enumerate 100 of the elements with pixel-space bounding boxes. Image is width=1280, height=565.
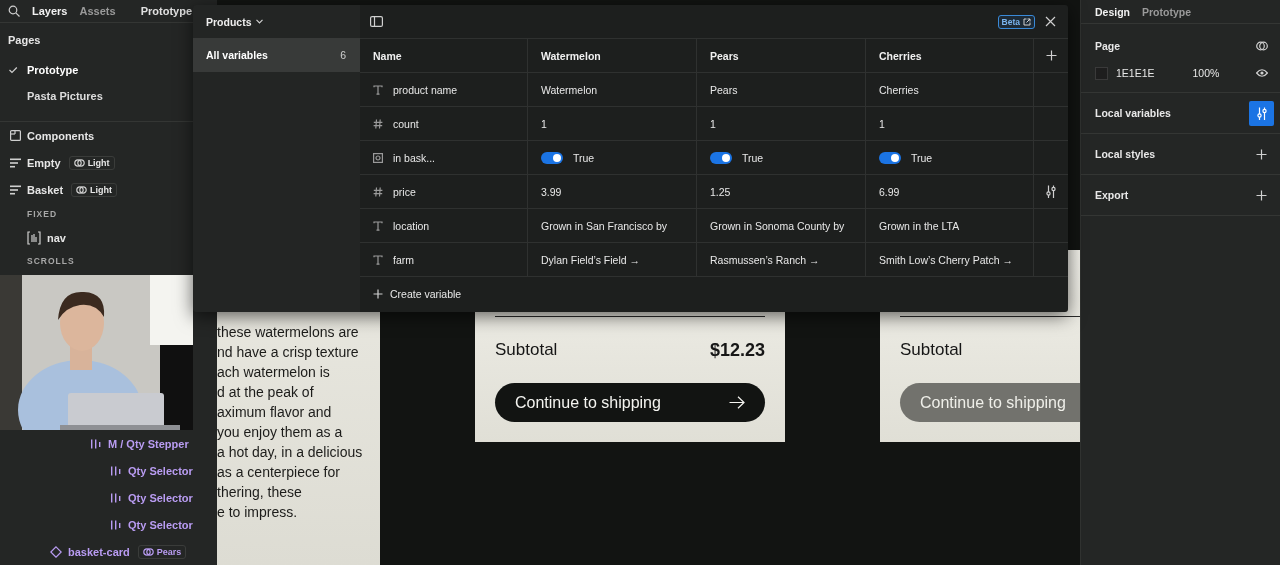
sliders-icon <box>1256 106 1267 120</box>
layer-item[interactable]: Qty Selector <box>0 484 199 511</box>
continue-button[interactable]: Continue to shipping <box>900 383 1080 422</box>
hash-icon <box>373 186 383 197</box>
count: 6 <box>340 49 346 61</box>
section-title: Local styles <box>1095 148 1156 160</box>
variable-name: count <box>393 117 419 130</box>
beta-badge[interactable]: Beta <box>997 14 1035 29</box>
opacity-value[interactable]: 100% <box>1192 67 1220 79</box>
variable-name: price <box>393 185 416 198</box>
value-cell: Dylan Field’s Field → <box>528 242 697 276</box>
external-link-icon <box>1023 17 1031 26</box>
plus-icon <box>1256 189 1267 201</box>
description-text: these watermelons are nd have a crisp texture ach watermelon is d at the peak of aximum flavor and you enjoy them as a a hot day, in a delicious as a centerpiece for thering, these e to impress. <box>217 323 364 522</box>
variable-name: product name <box>393 83 458 96</box>
search-icon <box>8 5 20 18</box>
mode-icon <box>142 547 154 556</box>
mode-badge[interactable]: Pears <box>137 544 187 559</box>
value-cell: 1.25 <box>697 174 866 208</box>
close-icon[interactable] <box>1045 16 1056 27</box>
section-icon <box>10 130 21 141</box>
variables-button[interactable] <box>1249 100 1274 126</box>
toggle-switch[interactable] <box>541 151 563 164</box>
bars-icon <box>110 492 122 503</box>
value-text: True <box>573 151 595 164</box>
page-item[interactable]: Pasta Pictures <box>0 83 109 109</box>
mode-badge[interactable]: Light <box>71 182 118 197</box>
hash-icon <box>373 118 383 129</box>
check-icon <box>8 65 18 76</box>
mode-icon <box>73 158 85 167</box>
section-label: SCROLLS <box>26 255 76 268</box>
value-cell: Cherries <box>866 72 1034 106</box>
text-type-icon <box>373 220 383 231</box>
value-cell: Smith Low’s Cherry Patch → <box>866 242 1034 276</box>
layout-lines-icon <box>10 184 21 195</box>
overlap-circles-icon[interactable] <box>1256 41 1268 51</box>
section-title: Export <box>1095 189 1129 201</box>
section-label: FIXED <box>26 208 59 221</box>
bars-icon <box>110 465 122 476</box>
text-type-icon <box>373 254 383 265</box>
bracket-bars-icon <box>27 230 41 245</box>
mode-icon <box>76 185 88 194</box>
variable-group[interactable]: All variables 6 <box>193 38 360 72</box>
value-text: True <box>742 151 764 164</box>
value-cell: 1 <box>528 106 697 140</box>
value-cell: Watermelon <box>528 72 697 106</box>
subtotal-label: Subtotal <box>495 340 558 360</box>
collection-menu[interactable]: Products <box>193 5 269 38</box>
toggle-switch[interactable] <box>710 151 732 164</box>
section-title: Local variables <box>1095 107 1171 119</box>
panel-tab[interactable]: Assets <box>79 5 116 18</box>
value-cell: 1 <box>697 106 866 140</box>
column-header: Watermelon <box>528 38 697 72</box>
boolean-type-icon <box>373 152 383 163</box>
variable-name: location <box>393 219 430 232</box>
page-menu[interactable]: Prototype <box>140 5 192 18</box>
layer-item[interactable]: Qty Selector <box>0 457 199 484</box>
column-header: Name <box>360 38 528 72</box>
layer-item[interactable]: Empty Light <box>0 149 121 176</box>
layer-item[interactable]: nav <box>0 225 72 250</box>
arrow-right-icon <box>729 396 745 409</box>
section-title: Page <box>1095 40 1121 52</box>
panel-tab[interactable]: Layers <box>32 5 68 18</box>
text-type-icon <box>373 84 383 95</box>
value-cell: 1 <box>866 106 1034 140</box>
layer-item[interactable]: Qty Selector <box>0 511 199 538</box>
plus-icon <box>373 288 383 299</box>
value-cell: 6.99 <box>866 174 1034 208</box>
color-value[interactable]: 1E1E1E <box>1116 67 1155 79</box>
create-variable-button[interactable]: Create variable <box>360 277 468 310</box>
panel-tab[interactable]: Design <box>1095 5 1130 18</box>
value-text: True <box>911 151 933 164</box>
plus-icon <box>1256 148 1267 160</box>
value-cell: Grown in San Francisco by <box>528 208 697 242</box>
add-icon[interactable] <box>1045 50 1057 61</box>
variable-name: in bask... <box>393 151 436 164</box>
subtotal-label: Subtotal <box>900 340 963 360</box>
page-item[interactable]: Prototype <box>0 57 85 84</box>
layer-item[interactable]: Components <box>0 122 101 149</box>
sliders-icon[interactable] <box>1046 185 1056 198</box>
diamond-icon <box>50 545 62 558</box>
chevron-down-icon <box>255 19 263 24</box>
variable-name: farm <box>393 253 414 266</box>
continue-button[interactable]: Continue to shipping <box>495 383 765 422</box>
section-title: Pages <box>8 33 41 49</box>
toggle-switch[interactable] <box>879 151 901 164</box>
eye-icon[interactable] <box>1256 69 1268 77</box>
layer-item[interactable]: Basket Light <box>0 176 124 203</box>
mode-badge[interactable]: Light <box>68 155 115 170</box>
panel-tab[interactable]: Prototype <box>1142 5 1192 18</box>
bars-icon <box>110 519 122 530</box>
column-header: Cherries <box>866 38 1034 72</box>
value-cell: Grown in Sonoma County by <box>697 208 866 242</box>
color-swatch[interactable] <box>1095 66 1108 80</box>
sidebar-icon[interactable] <box>370 16 383 27</box>
column-header: Pears <box>697 38 866 72</box>
value-cell: Pears <box>697 72 866 106</box>
layer-item[interactable]: M / Qty Stepper <box>0 430 195 457</box>
layer-item[interactable]: basket-card Pears <box>0 538 193 565</box>
layout-lines-icon <box>10 157 21 168</box>
